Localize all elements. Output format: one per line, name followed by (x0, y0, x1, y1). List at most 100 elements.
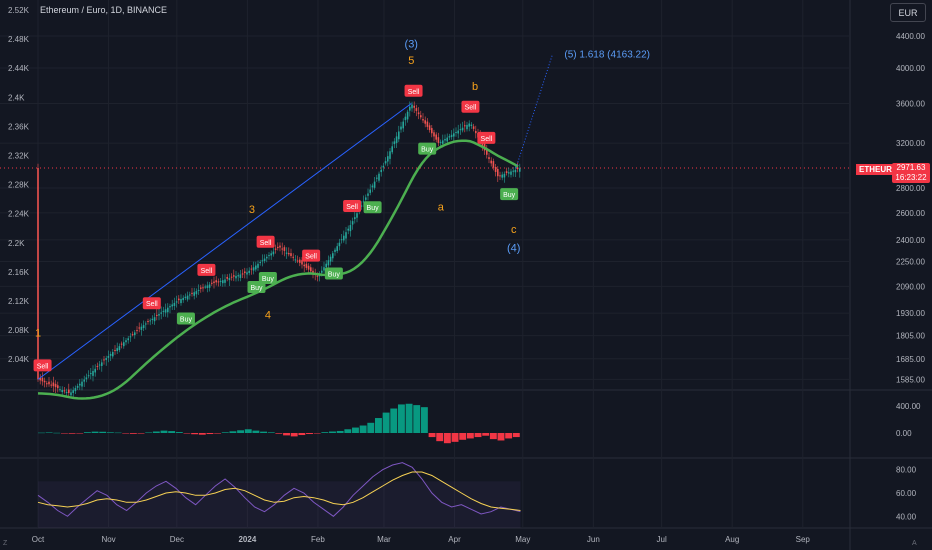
candle-body (237, 275, 239, 277)
signal-label: Sell (260, 240, 272, 247)
candle-body (274, 248, 277, 250)
candle-body (230, 276, 233, 278)
candle-body (384, 161, 387, 164)
candle-body (329, 256, 332, 262)
candle-body (472, 126, 475, 129)
candle-body (208, 284, 211, 288)
hist-bar (160, 430, 168, 433)
candle-body (206, 285, 209, 289)
candle-body (186, 295, 189, 300)
left-axis-tick: 2.16K (8, 268, 30, 277)
candle-body (299, 259, 301, 263)
hist-bar (221, 432, 229, 433)
candle-body (323, 267, 325, 271)
hist-bar (352, 427, 359, 433)
candle-body (413, 105, 415, 108)
hist-bar (68, 433, 76, 434)
price-pane (0, 0, 850, 390)
candle-body (488, 157, 490, 160)
candle-body (519, 168, 521, 172)
candle-body (459, 129, 462, 131)
right-axis-tick: 1805.00 (896, 332, 925, 341)
right-axis-tick: 1685.00 (896, 355, 925, 364)
hist-bar (474, 433, 482, 438)
candle-body (41, 377, 44, 382)
left-axis-tick: 2.52K (8, 6, 30, 15)
left-axis-tick: 2.08K (8, 326, 30, 335)
candle-body (118, 346, 121, 351)
candle-body (127, 338, 129, 341)
candle-body (90, 373, 92, 375)
candle-body (307, 265, 310, 270)
candle-body (136, 330, 138, 332)
candle-body (464, 125, 466, 127)
x-axis-tick: Feb (311, 535, 325, 544)
left-axis-tick: 2.48K (8, 35, 30, 44)
auto-scale-left[interactable]: Z (3, 540, 7, 547)
candle-body (272, 251, 275, 255)
candle-body (435, 134, 437, 140)
hist-bar (443, 433, 451, 444)
candle-body (246, 272, 248, 275)
candle-body (123, 342, 125, 347)
candle-body (204, 286, 206, 288)
candle-body (448, 136, 451, 138)
bar-countdown: 16:23:22 (895, 173, 927, 182)
candle-body (356, 213, 358, 218)
candle-body (433, 132, 435, 137)
candle-body (367, 193, 369, 196)
candle-body (382, 165, 385, 168)
hist-bar (344, 429, 352, 433)
x-axis-tick: Aug (725, 535, 739, 544)
candle-body (424, 120, 426, 124)
candle-body (420, 115, 422, 118)
hist-bar (145, 432, 153, 433)
hist-bar (91, 431, 99, 433)
hist-bar (436, 433, 444, 442)
x-axis-tick: Jul (657, 535, 667, 544)
projection-label: (5) 1.618 (4163.22) (564, 50, 650, 61)
candle-body (197, 289, 200, 291)
candle-body (514, 169, 517, 173)
hist-bar (275, 433, 283, 434)
candle-body (351, 221, 354, 225)
hist-bar (229, 431, 237, 433)
candle-body (398, 131, 400, 140)
candle-body (310, 267, 312, 272)
hist-bar (336, 430, 344, 433)
currency-button[interactable]: EUR (890, 3, 926, 22)
candle-body (158, 314, 160, 316)
candle-body (402, 121, 404, 129)
wave-label: 1 (35, 328, 41, 340)
chart-canvas[interactable]: 4400.004000.003600.003200.002800.002600.… (0, 0, 932, 550)
x-axis-tick: 2024 (238, 535, 256, 544)
candle-body (270, 253, 272, 256)
wave-label: b (472, 81, 478, 93)
candle-body (79, 383, 81, 386)
candle-body (213, 281, 215, 284)
signal-label: Buy (180, 316, 193, 323)
candle-body (180, 299, 182, 304)
chart-title: Ethereum / Euro, 1D, BINANCE (40, 5, 168, 15)
candle-body (257, 263, 259, 268)
candle-body (437, 137, 440, 143)
candle-body (285, 252, 288, 254)
hist-bar (420, 407, 428, 433)
candle-body (255, 265, 257, 270)
candle-body (96, 365, 99, 367)
right-axis-tick: 3600.00 (896, 99, 925, 108)
candle-body (376, 177, 378, 179)
candle-body (85, 377, 88, 380)
candle-body (439, 141, 442, 143)
symbol-tag: ETHEUR (856, 164, 895, 175)
candle-body (428, 125, 431, 131)
right-axis-tick: 4000.00 (896, 64, 925, 73)
candle-body (145, 323, 147, 325)
candle-body (406, 111, 409, 120)
candle-body (215, 280, 217, 283)
hist-bar (375, 418, 382, 433)
signal-label: Buy (250, 285, 263, 292)
candle-body (499, 175, 501, 177)
candle-body (494, 167, 497, 172)
auto-scale-right[interactable]: A (912, 540, 917, 547)
